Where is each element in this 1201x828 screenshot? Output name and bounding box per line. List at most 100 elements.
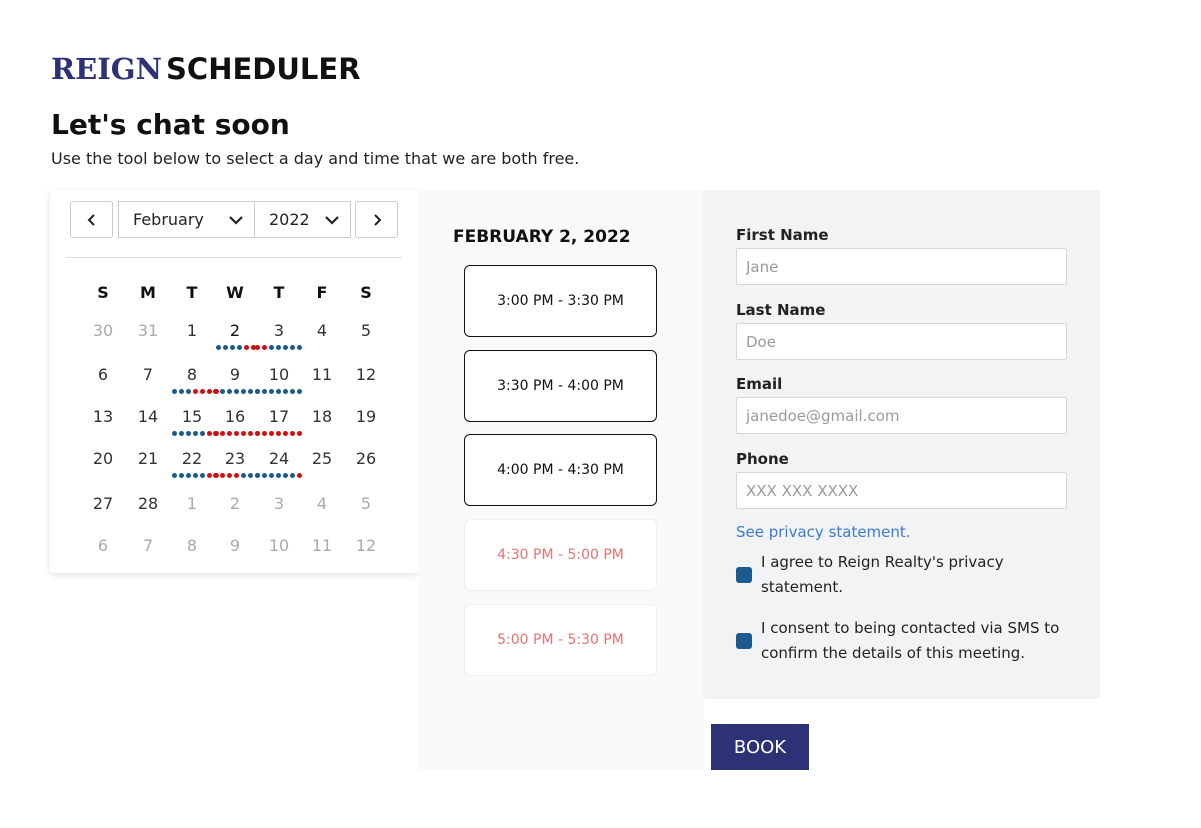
calendar-day[interactable]: 7 (126, 365, 170, 385)
privacy-agree-label: I agree to Reign Realty's privacy statem… (761, 553, 1004, 596)
availability-dots (255, 473, 303, 479)
privacy-statement-link[interactable]: See privacy statement. (736, 523, 911, 541)
last-name-label: Last Name (736, 301, 826, 319)
calendar-day[interactable]: 5 (344, 321, 388, 341)
page-subtitle: Use the tool below to select a day and t… (51, 149, 580, 168)
weekday-header: F (316, 283, 328, 302)
calendar-day[interactable]: 18 (300, 407, 344, 427)
calendar-day[interactable]: 14 (126, 407, 170, 427)
page-title: Let's chat soon (51, 108, 290, 141)
time-slot[interactable]: 4:00 PM - 4:30 PM (464, 434, 657, 506)
first-name-input[interactable] (736, 248, 1067, 285)
calendar-day[interactable]: 16 (213, 407, 260, 436)
calendar-day[interactable]: 25 (300, 449, 344, 469)
email-label: Email (736, 375, 783, 393)
first-name-label: First Name (736, 226, 829, 244)
calendar-day-selected[interactable]: 2 (213, 312, 259, 358)
email-input[interactable] (736, 397, 1067, 434)
calendar-day[interactable]: 27 (81, 494, 125, 514)
calendar-day[interactable]: 28 (126, 494, 170, 514)
calendar-day[interactable]: 13 (81, 407, 125, 427)
calendar-day-number: 2 (229, 321, 241, 340)
calendar-day[interactable]: 30 (81, 321, 125, 341)
calendar-day[interactable]: 4 (300, 494, 344, 514)
year-select[interactable]: 2022 (254, 201, 351, 238)
calendar-day-number: 22 (181, 449, 203, 468)
selected-date-title: FEBRUARY 2, 2022 (453, 227, 631, 247)
calendar-day-number: 17 (268, 407, 290, 426)
calendar-day-number: 15 (181, 407, 203, 426)
last-name-input[interactable] (736, 323, 1067, 360)
calendar-day[interactable]: 7 (126, 536, 170, 556)
weekday-header: S (97, 283, 109, 302)
book-button[interactable]: BOOK (711, 724, 809, 770)
next-month-button[interactable] (355, 201, 398, 238)
time-slot[interactable]: 3:30 PM - 4:00 PM (464, 350, 657, 422)
availability-dots (213, 431, 261, 437)
calendar-day[interactable]: 1 (170, 321, 214, 341)
availability-dots (255, 389, 303, 395)
month-select[interactable]: February (118, 201, 255, 238)
calendar-day[interactable]: 20 (81, 449, 125, 469)
weekday-header: S (360, 283, 372, 302)
brand-name-scheduler: SCHEDULER (166, 52, 361, 86)
calendar-day[interactable]: 2 (213, 494, 257, 514)
phone-label: Phone (736, 450, 789, 468)
calendar-day[interactable]: 11 (300, 365, 344, 385)
calendar-day-number: 3 (273, 321, 285, 340)
calendar-day[interactable]: 17 (255, 407, 302, 436)
calendar-day[interactable]: 21 (126, 449, 170, 469)
calendar-day[interactable]: 10 (255, 365, 302, 394)
brand-name-reign: REIGN (51, 52, 163, 86)
availability-dots (255, 345, 303, 351)
availability-dots (213, 473, 261, 479)
calendar-nav: February 2022 (70, 201, 398, 238)
calendar-day[interactable]: 1 (170, 494, 214, 514)
time-slots-panel: FEBRUARY 2, 2022 3:00 PM - 3:30 PM 3:30 … (419, 190, 704, 770)
calendar-day-number: 16 (224, 407, 246, 426)
calendar-day[interactable]: 8 (170, 365, 219, 394)
calendar-day[interactable]: 24 (255, 449, 302, 478)
calendar-day[interactable]: 4 (300, 321, 344, 341)
calendar-day[interactable]: 3 (255, 321, 302, 350)
calendar-day[interactable]: 10 (257, 536, 301, 556)
calendar-day[interactable]: 31 (126, 321, 170, 341)
calendar-day[interactable]: 3 (257, 494, 301, 514)
weekday-header: T (186, 283, 198, 302)
weekday-header: W (226, 283, 244, 302)
calendar-day[interactable]: 26 (344, 449, 388, 469)
year-select-value: 2022 (269, 210, 310, 229)
time-slot[interactable]: 3:00 PM - 3:30 PM (464, 265, 657, 337)
calendar-day[interactable]: 23 (213, 449, 260, 478)
availability-dots (213, 389, 261, 395)
availability-dots (255, 431, 303, 437)
prev-month-button[interactable] (70, 201, 113, 238)
calendar-day[interactable]: 19 (344, 407, 388, 427)
calendar-day-number: 8 (186, 365, 198, 384)
calendar-day[interactable]: 9 (213, 536, 257, 556)
calendar-card: February 2022 S M T W T F S 30 31 1 2 3 … (50, 190, 419, 573)
calendar-day-number: 24 (268, 449, 290, 468)
time-slot-unavailable: 5:00 PM - 5:30 PM (464, 604, 657, 676)
weekday-header: T (273, 283, 285, 302)
calendar-day-number: 9 (229, 365, 241, 384)
calendar-day[interactable]: 12 (344, 365, 388, 385)
calendar-day[interactable]: 6 (81, 536, 125, 556)
calendar-day[interactable]: 5 (344, 494, 388, 514)
phone-input[interactable] (736, 472, 1067, 509)
calendar-divider (66, 257, 402, 258)
calendar-day[interactable]: 8 (170, 536, 214, 556)
calendar-day[interactable]: 6 (81, 365, 125, 385)
privacy-agree-checkbox[interactable] (736, 567, 752, 583)
chevron-right-icon (373, 213, 381, 226)
calendar-day[interactable]: 11 (300, 536, 344, 556)
chevron-down-icon (325, 216, 339, 225)
calendar-day[interactable]: 22 (170, 449, 219, 478)
chevron-left-icon (87, 213, 95, 226)
calendar-day[interactable]: 9 (213, 365, 260, 394)
calendar-day[interactable]: 15 (170, 407, 219, 436)
sms-consent-checkbox[interactable] (736, 633, 752, 649)
time-slot-unavailable: 4:30 PM - 5:00 PM (464, 519, 657, 591)
calendar-day[interactable]: 12 (344, 536, 388, 556)
month-select-value: February (133, 210, 204, 229)
